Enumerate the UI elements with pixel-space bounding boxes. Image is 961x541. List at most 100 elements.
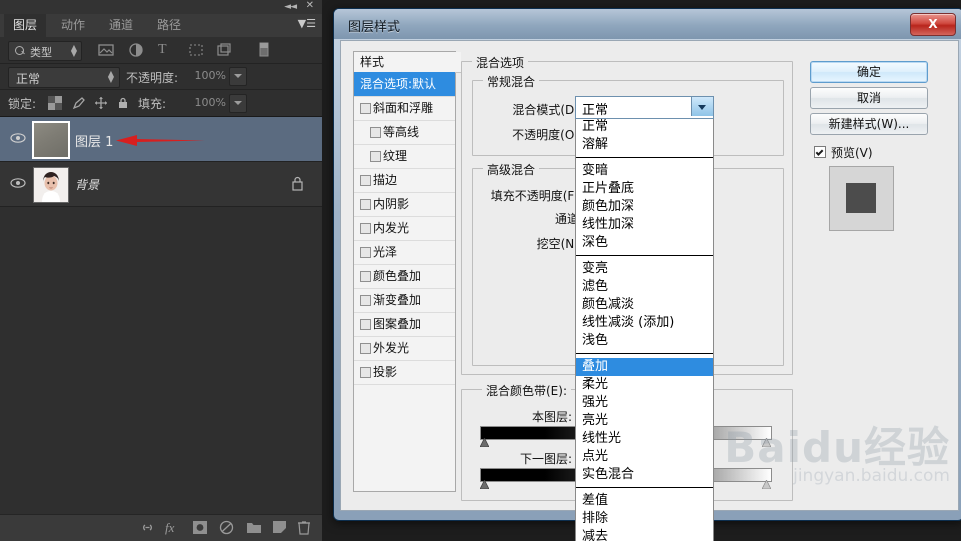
dropdown-item-21[interactable]: 减去 xyxy=(576,528,713,541)
this-layer-white-slider[interactable] xyxy=(762,438,771,447)
dropdown-item-13[interactable]: 柔光 xyxy=(576,376,713,394)
style-checkbox[interactable] xyxy=(360,175,371,186)
style-checkbox[interactable] xyxy=(360,343,371,354)
dropdown-item-8[interactable]: 滤色 xyxy=(576,278,713,296)
style-checkbox[interactable] xyxy=(360,271,371,282)
style-item-6[interactable]: 内发光 xyxy=(354,216,455,241)
layer-name[interactable]: 图层 1 xyxy=(75,131,113,150)
chevron-updown-icon[interactable]: ▲ ▼ xyxy=(108,70,114,84)
eye-icon[interactable] xyxy=(10,176,26,190)
style-item-1[interactable]: 斜面和浮雕 xyxy=(354,96,455,121)
layer-name[interactable]: 背景 xyxy=(75,176,99,193)
style-item-label: 斜面和浮雕 xyxy=(373,101,434,115)
style-checkbox[interactable] xyxy=(360,199,371,210)
dropdown-item-18[interactable]: 实色混合 xyxy=(576,466,713,484)
dropdown-item-0[interactable]: 正常 xyxy=(576,118,713,136)
dropdown-item-4[interactable]: 颜色加深 xyxy=(576,198,713,216)
adjustment-layer-icon[interactable] xyxy=(219,520,234,538)
style-checkbox[interactable] xyxy=(360,247,371,258)
dropdown-item-10[interactable]: 线性减淡 (添加) xyxy=(576,314,713,332)
style-item-7[interactable]: 光泽 xyxy=(354,240,455,265)
lock-all-icon[interactable] xyxy=(116,96,132,112)
this-layer-black-slider[interactable] xyxy=(480,438,489,447)
dropdown-item-5[interactable]: 线性加深 xyxy=(576,216,713,234)
filter-adjustment-icon[interactable] xyxy=(128,42,144,58)
blend-mode-label: 混合模式(D): xyxy=(512,103,583,117)
add-mask-icon[interactable] xyxy=(192,520,208,538)
style-checkbox[interactable] xyxy=(360,319,371,330)
underlying-layer-black-slider[interactable] xyxy=(480,480,489,489)
dropdown-item-15[interactable]: 亮光 xyxy=(576,412,713,430)
dropdown-item-20[interactable]: 排除 xyxy=(576,510,713,528)
filter-image-icon[interactable] xyxy=(98,42,114,58)
dropdown-item-16[interactable]: 线性光 xyxy=(576,430,713,448)
lock-image-brush-icon[interactable] xyxy=(72,96,88,112)
layer-row-2[interactable]: 背景 xyxy=(0,162,322,207)
new-layer-icon[interactable] xyxy=(272,520,287,537)
cancel-button[interactable]: 取消 xyxy=(810,87,928,109)
blend-mode-combo[interactable]: 正常 xyxy=(575,96,714,119)
style-item-10[interactable]: 图案叠加 xyxy=(354,312,455,337)
style-item-8[interactable]: 颜色叠加 xyxy=(354,264,455,289)
filter-type-select[interactable]: 类型 ▲ ▼ xyxy=(8,41,82,61)
new-style-button[interactable]: 新建样式(W)... xyxy=(810,113,928,135)
close-icon[interactable]: X xyxy=(910,13,956,36)
style-item-3[interactable]: 纹理 xyxy=(354,144,455,169)
filter-shape-icon[interactable] xyxy=(188,42,204,58)
opacity-value[interactable]: 100% xyxy=(190,67,229,84)
chevron-down-icon[interactable] xyxy=(691,97,713,116)
dropdown-item-11[interactable]: 浅色 xyxy=(576,332,713,350)
blend-mode-dropdown[interactable]: 正常 溶解变暗 正片叠底 颜色加深 线性加深 深色变亮 滤色 颜色减淡 线性减淡 (添加) 浅色叠… xyxy=(575,116,714,541)
style-item-2[interactable]: 等高线 xyxy=(354,120,455,145)
layer-blend-mode-select[interactable]: 正常 ▲ ▼ xyxy=(8,67,120,88)
fill-dropdown-button[interactable] xyxy=(229,94,247,113)
dropdown-item-7[interactable]: 变亮 xyxy=(576,260,713,278)
style-checkbox[interactable] xyxy=(370,127,381,138)
layer-thumbnail[interactable] xyxy=(32,121,70,159)
style-item-0[interactable]: 混合选项:默认 xyxy=(354,72,455,97)
underlying-layer-white-slider[interactable] xyxy=(762,480,771,489)
dropdown-item-9[interactable]: 颜色减淡 xyxy=(576,296,713,314)
tab-channels[interactable]: 通道 xyxy=(100,14,142,37)
panel-menu-icon[interactable]: ▼☰ xyxy=(298,18,316,29)
fill-value[interactable]: 100% xyxy=(190,94,229,111)
dropdown-item-14[interactable]: 强光 xyxy=(576,394,713,412)
style-checkbox[interactable] xyxy=(360,223,371,234)
fill-label: 填充: xyxy=(138,97,167,111)
filter-smartobject-icon[interactable] xyxy=(216,42,232,58)
lock-transparency-icon[interactable] xyxy=(48,96,64,112)
style-checkbox[interactable] xyxy=(360,103,371,114)
tab-paths[interactable]: 路径 xyxy=(148,14,190,37)
dropdown-item-1[interactable]: 溶解 xyxy=(576,136,713,154)
style-item-9[interactable]: 渐变叠加 xyxy=(354,288,455,313)
style-checkbox[interactable] xyxy=(360,295,371,306)
filter-type-text-icon[interactable]: T xyxy=(158,42,174,58)
layer-style-fx-icon[interactable]: fx xyxy=(165,520,174,536)
new-group-icon[interactable] xyxy=(246,520,262,537)
dropdown-item-19[interactable]: 差值 xyxy=(576,492,713,510)
dropdown-item-2[interactable]: 变暗 xyxy=(576,162,713,180)
tab-actions[interactable]: 动作 xyxy=(52,14,94,37)
collapse-icon[interactable]: ◄◄ xyxy=(284,2,297,12)
delete-layer-icon[interactable] xyxy=(297,520,311,538)
close-icon[interactable]: ✕ xyxy=(306,1,314,11)
chevron-updown-icon[interactable]: ▲ ▼ xyxy=(71,44,77,58)
lock-position-icon[interactable] xyxy=(94,96,110,112)
style-checkbox[interactable] xyxy=(360,367,371,378)
style-item-11[interactable]: 外发光 xyxy=(354,336,455,361)
dialog-titlebar[interactable]: 图层样式 X xyxy=(334,9,961,39)
eye-icon[interactable] xyxy=(10,131,26,145)
tab-layers[interactable]: 图层 xyxy=(4,14,47,37)
opacity-dropdown-button[interactable] xyxy=(229,67,247,86)
style-checkbox[interactable] xyxy=(370,151,381,162)
preview-checkbox[interactable] xyxy=(814,146,826,158)
filter-toggle-icon[interactable] xyxy=(258,42,274,58)
dropdown-item-17[interactable]: 点光 xyxy=(576,448,713,466)
style-item-12[interactable]: 投影 xyxy=(354,360,455,385)
ok-button[interactable]: 确定 xyxy=(810,61,928,83)
link-layers-icon[interactable] xyxy=(140,520,155,538)
dropdown-item-12[interactable]: 叠加 xyxy=(576,358,713,376)
dropdown-item-3[interactable]: 正片叠底 xyxy=(576,180,713,198)
layer-thumbnail[interactable] xyxy=(33,167,69,203)
dropdown-item-6[interactable]: 深色 xyxy=(576,234,713,252)
